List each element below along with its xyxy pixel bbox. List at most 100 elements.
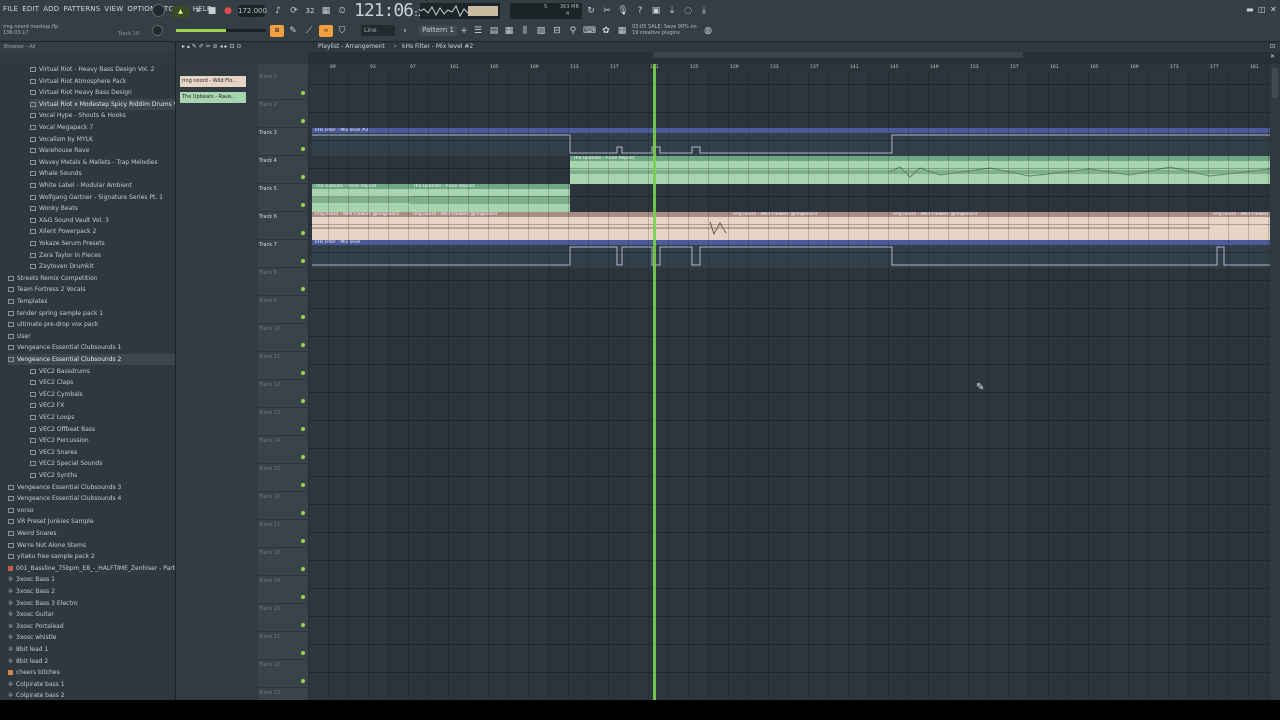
browser-item[interactable]: VEC2 Claps <box>30 377 175 388</box>
browser-item[interactable]: VEC2 Snares <box>30 447 175 458</box>
song-position-clock[interactable]: 121:06:20 <box>354 0 429 21</box>
browser-item[interactable]: 001_Bassline_75bpm_E8_-_HALFTIME_Zenhise… <box>8 563 175 574</box>
browser-item[interactable]: Wavey Metals & Mallets - Trap Melodies <box>30 157 175 168</box>
horizontal-scrollbar[interactable] <box>308 52 1270 58</box>
browser-item[interactable]: ✲ Colpirate bass 1 <box>8 679 175 690</box>
master-pitch-knob[interactable] <box>152 25 163 36</box>
arrangement-grid[interactable]: kHs Filter - Mix level #2 The Upbeats - … <box>308 72 1270 700</box>
snap-icon[interactable]: ⊞ <box>270 25 284 37</box>
track-mute-led[interactable] <box>301 287 305 291</box>
browser-item[interactable]: ✲ 3xosc Portalead <box>8 621 175 632</box>
cut-icon[interactable]: ✂ <box>601 5 613 17</box>
browser-item[interactable]: Virtual Riot Heavy Bass Design <box>30 87 175 98</box>
master-volume-slider[interactable] <box>176 29 266 32</box>
play-pause-icon[interactable]: ⏸ <box>192 5 204 17</box>
playlist-icon[interactable]: ☰ <box>472 25 484 37</box>
track-mute-led[interactable] <box>301 483 305 487</box>
stamp-icon[interactable]: ⛉ <box>336 25 348 37</box>
track-mute-led[interactable] <box>301 147 305 151</box>
browser-item[interactable]: We're Not Alone Stems <box>8 540 175 551</box>
browser-item[interactable]: ultimate pre-drop vox pack <box>8 319 175 330</box>
pattern-selector[interactable]: Pattern 1 <box>419 25 457 36</box>
track-mute-led[interactable] <box>301 567 305 571</box>
browser-item[interactable]: vorso <box>8 505 175 516</box>
track-header[interactable]: Track 8 <box>258 268 308 296</box>
track-mute-led[interactable] <box>301 511 305 515</box>
track-mute-led[interactable] <box>301 315 305 319</box>
track-mute-led[interactable] <box>301 539 305 543</box>
track-mute-led[interactable] <box>301 119 305 123</box>
audio-clip-track5-a[interactable]: The Upbeats - Rave Repeat <box>312 184 410 212</box>
playlist-close-icon[interactable]: ⊡ ✕ <box>1270 42 1280 62</box>
track-mute-led[interactable] <box>301 91 305 95</box>
browser-item[interactable]: cheers bitches <box>8 667 175 678</box>
track-mute-led[interactable] <box>301 231 305 235</box>
clip-source-wild-flowers[interactable]: ring noord - Wild Flo... <box>180 76 246 87</box>
audio-clip-track5-b[interactable]: The Upbeats - Rave Repeat <box>410 184 570 212</box>
channel-rack-icon[interactable]: ▦ <box>503 25 515 37</box>
browser-item[interactable]: White Label - Modular Ambient <box>30 180 175 191</box>
menu-view[interactable]: VIEW <box>104 5 123 13</box>
browser-item[interactable]: ✲ 3xosc Bass 1 <box>8 574 175 585</box>
plugin-db-icon[interactable]: ⊟ <box>551 25 563 37</box>
track-header[interactable]: Track 14 <box>258 436 308 464</box>
browser-item[interactable]: Wolfgang Gartner - Signature Series Pt. … <box>30 192 175 203</box>
news-panel[interactable]: 03:05 SALE: Save 90% on 19 creative plug… <box>632 24 697 36</box>
brush-icon[interactable]: ⟋ <box>303 25 315 37</box>
browser-item[interactable]: VEC2 Offbeat Bass <box>30 424 175 435</box>
track-mute-led[interactable] <box>301 595 305 599</box>
browser-item[interactable]: Warehouse Rave <box>30 145 175 156</box>
blend-notes-icon[interactable]: ▦ <box>320 5 332 17</box>
clip-source-rave-repeat[interactable]: The Upbeats - Rave... <box>180 92 246 103</box>
track-header[interactable]: Track 13 <box>258 408 308 436</box>
track-mute-led[interactable] <box>301 203 305 207</box>
add-pattern-icon[interactable]: + <box>458 25 470 37</box>
snap-select[interactable]: Line <box>361 25 395 36</box>
automation-clip-track7[interactable]: kHs Filter - Mix level <box>312 240 1270 268</box>
track-header[interactable]: Track 16 <box>258 492 308 520</box>
stop-icon[interactable]: ■ <box>206 5 218 17</box>
track-header[interactable]: Track 3 <box>258 128 308 156</box>
browser-item[interactable]: VR Preset Junkies Sample <box>8 516 175 527</box>
project-browser-icon[interactable]: ✿ <box>600 25 612 37</box>
browser-item[interactable]: Virtual Riot - Heavy Bass Design Vol. 2 <box>30 64 175 75</box>
loop-record-icon[interactable]: ⟳ <box>288 5 300 17</box>
link-icon[interactable]: ∞ <box>319 25 333 37</box>
render-icon[interactable]: ⇣ <box>666 5 678 17</box>
browser-item[interactable]: Streets Remix Competition <box>8 273 175 284</box>
browser-item[interactable]: Team Fortress 2 Vocals <box>8 284 175 295</box>
track-header[interactable]: Track 19 <box>258 576 308 604</box>
track-header[interactable]: Track 11 <box>258 352 308 380</box>
browser-item[interactable]: VEC2 Synths <box>30 470 175 481</box>
menu-edit[interactable]: EDIT <box>22 5 39 13</box>
track-header[interactable]: Track 5 <box>258 184 308 212</box>
track-header[interactable]: Track 9 <box>258 296 308 324</box>
track-header[interactable]: Track 10 <box>258 324 308 352</box>
browser-toggle-icon[interactable]: ▧ <box>535 25 547 37</box>
mic-icon[interactable]: 🎙 <box>617 5 629 17</box>
browser-item[interactable]: ✲ 8bit lead 1 <box>8 644 175 655</box>
browser-item[interactable]: ✲ 3xosc Bass 3 Electro <box>8 598 175 609</box>
online-icon[interactable]: ◍ <box>702 25 714 37</box>
browser-item[interactable]: VEC2 Bassdrums <box>30 366 175 377</box>
save-icon[interactable]: ▣ <box>650 5 662 17</box>
audio-clip-track6-e[interactable]: ring noord - Wild Flowers <box>1210 212 1270 240</box>
timeline-ruler[interactable]: 8993971011051091131171211251291331371411… <box>308 64 1270 72</box>
track-mute-led[interactable] <box>301 371 305 375</box>
track-header[interactable]: Track 4 <box>258 156 308 184</box>
tempo-display[interactable]: 172.000 <box>238 5 267 17</box>
track-header[interactable]: Track 20 <box>258 604 308 632</box>
browser-item[interactable]: VEC2 Cymbals <box>30 389 175 400</box>
step-icon[interactable]: 32 <box>304 5 316 17</box>
touch-keyboard-icon[interactable]: ⌨ <box>583 25 596 37</box>
countdown-icon[interactable]: ⏲ <box>336 5 348 17</box>
record-icon[interactable]: ● <box>222 5 234 17</box>
playlist-nav-icons[interactable]: ▸ ▴ ✎ ✐ ✂ ⊘ ◂ ▸ ⊡ ⊙ <box>182 42 241 52</box>
pencil-icon[interactable]: ✎ <box>287 25 299 37</box>
track-header[interactable]: Track 17 <box>258 520 308 548</box>
audio-clip-track6-c[interactable]: ring noord - Wild Flowers @ringnoord <box>730 212 890 240</box>
track-header[interactable]: Track 21 <box>258 632 308 660</box>
browser-item[interactable]: VEC2 FX <box>30 400 175 411</box>
browser-item[interactable]: VEC2 Percussion <box>30 435 175 446</box>
browser-item[interactable]: tender spring sample pack 1 <box>8 308 175 319</box>
